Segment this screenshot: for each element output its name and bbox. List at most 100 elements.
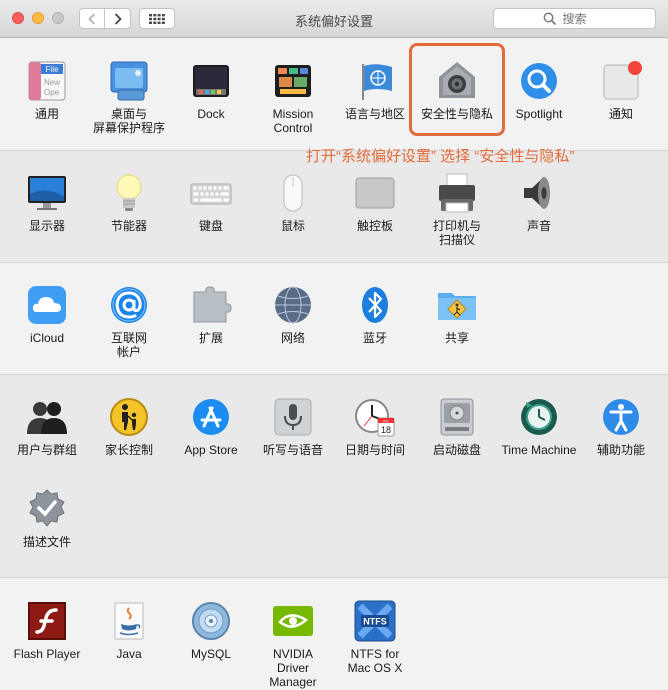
spotlight-icon (518, 60, 560, 102)
keyboard-icon (190, 172, 232, 214)
pane-icloud[interactable]: iCloud (6, 284, 88, 345)
pane-label: 键盘 (198, 219, 223, 233)
internet-accounts-icon (108, 284, 150, 326)
security-pane-highlight (409, 43, 505, 136)
pane-bluetooth[interactable]: 蓝牙 (334, 284, 416, 345)
pane-label: 语言与地区 (344, 107, 405, 121)
bluetooth-icon (354, 284, 396, 326)
pane-keyboard[interactable]: 键盘 (170, 172, 252, 233)
pane-mission-control[interactable]: Mission Control (252, 60, 334, 135)
displays-icon (26, 172, 68, 214)
pane-label: 蓝牙 (362, 331, 387, 345)
java-icon (108, 600, 150, 642)
pane-dictation-speech[interactable]: 听写与语音 (252, 396, 334, 457)
title-bar: 系统偏好设置 (0, 0, 668, 38)
pane-label: 网络 (280, 331, 305, 345)
pane-label: 启动磁盘 (432, 443, 481, 457)
pane-label: 共享 (444, 331, 469, 345)
calendar-month-text: JUL (382, 419, 390, 424)
printer-icon (436, 172, 478, 214)
pane-label: Java (116, 647, 142, 661)
mission-control-icon (272, 60, 314, 102)
desktop-screensaver-icon (108, 60, 150, 102)
pane-label: 日期与时间 (344, 443, 405, 457)
general-icon-new-text: New (44, 78, 60, 87)
pane-label: NTFS for Mac OS X (347, 647, 403, 675)
general-icon-open-text: Ope (44, 88, 60, 97)
pane-flash-player[interactable]: Flash Player (6, 600, 88, 661)
pane-label: 用户与群组 (16, 443, 77, 457)
instruction-annotation: 打开“系统偏好设置” 选择 “安全性与隐私” (306, 148, 575, 165)
pane-ntfs-for-mac[interactable]: NTFS NTFS for Mac OS X (334, 600, 416, 675)
ntfs-icon-text: NTFS (363, 617, 387, 627)
search-icon (543, 12, 557, 26)
pane-label: NVIDIA Driver Manager (269, 647, 317, 689)
pane-notifications[interactable]: 通知 (580, 60, 662, 121)
pane-displays[interactable]: 显示器 (6, 172, 88, 233)
pane-label: 通知 (608, 107, 633, 121)
general-icon: File New Ope (26, 60, 68, 102)
mouse-icon (272, 172, 314, 214)
pane-accessibility[interactable]: 辅助功能 (580, 396, 662, 457)
users-groups-icon (26, 396, 68, 438)
pane-label: 声音 (526, 219, 551, 233)
pane-label: 显示器 (28, 219, 65, 233)
icloud-icon (26, 284, 68, 326)
sound-icon (518, 172, 560, 214)
pane-sound[interactable]: 声音 (498, 172, 580, 233)
pane-sharing[interactable]: 共享 (416, 284, 498, 345)
pane-label: 节能器 (110, 219, 147, 233)
date-time-icon: JUL 18 (354, 396, 396, 438)
pane-java[interactable]: Java (88, 600, 170, 661)
extensions-icon (190, 284, 232, 326)
pane-nvidia-driver-manager[interactable]: NVIDIA Driver Manager (252, 600, 334, 689)
dictation-icon (272, 396, 314, 438)
parental-controls-icon (108, 396, 150, 438)
pane-users-groups[interactable]: 用户与群组 (6, 396, 88, 457)
pane-parental-controls[interactable]: 家长控制 (88, 396, 170, 457)
pane-label: 辅助功能 (596, 443, 645, 457)
pane-dock[interactable]: Dock (170, 60, 252, 121)
pane-trackpad[interactable]: 触控板 (334, 172, 416, 233)
notifications-icon (600, 60, 642, 102)
pane-label: Flash Player (13, 647, 81, 661)
pane-network[interactable]: 网络 (252, 284, 334, 345)
mysql-icon (190, 600, 232, 642)
energy-saver-icon (108, 172, 150, 214)
pane-label: Time Machine (501, 443, 577, 457)
pane-label: 桌面与 屏幕保护程序 (92, 107, 165, 135)
pane-label: Spotlight (515, 107, 563, 121)
pane-startup-disk[interactable]: 启动磁盘 (416, 396, 498, 457)
pane-label: 鼠标 (280, 219, 305, 233)
accessibility-icon (600, 396, 642, 438)
pane-mysql[interactable]: MySQL (170, 600, 252, 661)
pane-label: 描述文件 (22, 535, 71, 549)
pane-mouse[interactable]: 鼠标 (252, 172, 334, 233)
pane-general[interactable]: File New Ope 通用 (6, 60, 88, 121)
pane-label: 听写与语音 (262, 443, 323, 457)
pane-desktop-screensaver[interactable]: 桌面与 屏幕保护程序 (88, 60, 170, 135)
pane-app-store[interactable]: App Store (170, 396, 252, 457)
pane-energy-saver[interactable]: 节能器 (88, 172, 170, 233)
flash-player-icon (26, 600, 68, 642)
pane-label: iCloud (29, 331, 65, 345)
pane-printers-scanners[interactable]: 打印机与 扫描仪 (416, 172, 498, 247)
trackpad-icon (354, 172, 396, 214)
pane-profiles[interactable]: 描述文件 (6, 488, 88, 549)
pane-time-machine[interactable]: Time Machine (498, 396, 580, 457)
pane-label: Mission Control (272, 107, 314, 135)
pane-internet-accounts[interactable]: 互联网 帐户 (88, 284, 170, 359)
time-machine-icon (518, 396, 560, 438)
profiles-icon (26, 488, 68, 530)
pane-language-region[interactable]: 语言与地区 (334, 60, 416, 121)
search-input[interactable] (493, 8, 656, 29)
pane-date-time[interactable]: JUL 18 日期与时间 (334, 396, 416, 457)
calendar-day-text: 18 (381, 425, 391, 435)
network-icon (272, 284, 314, 326)
pane-spotlight[interactable]: Spotlight (498, 60, 580, 121)
pane-label: 扩展 (198, 331, 223, 345)
pane-extensions[interactable]: 扩展 (170, 284, 252, 345)
pane-label: 打印机与 扫描仪 (432, 219, 481, 247)
pane-label: 通用 (34, 107, 59, 121)
pane-label: 家长控制 (104, 443, 153, 457)
